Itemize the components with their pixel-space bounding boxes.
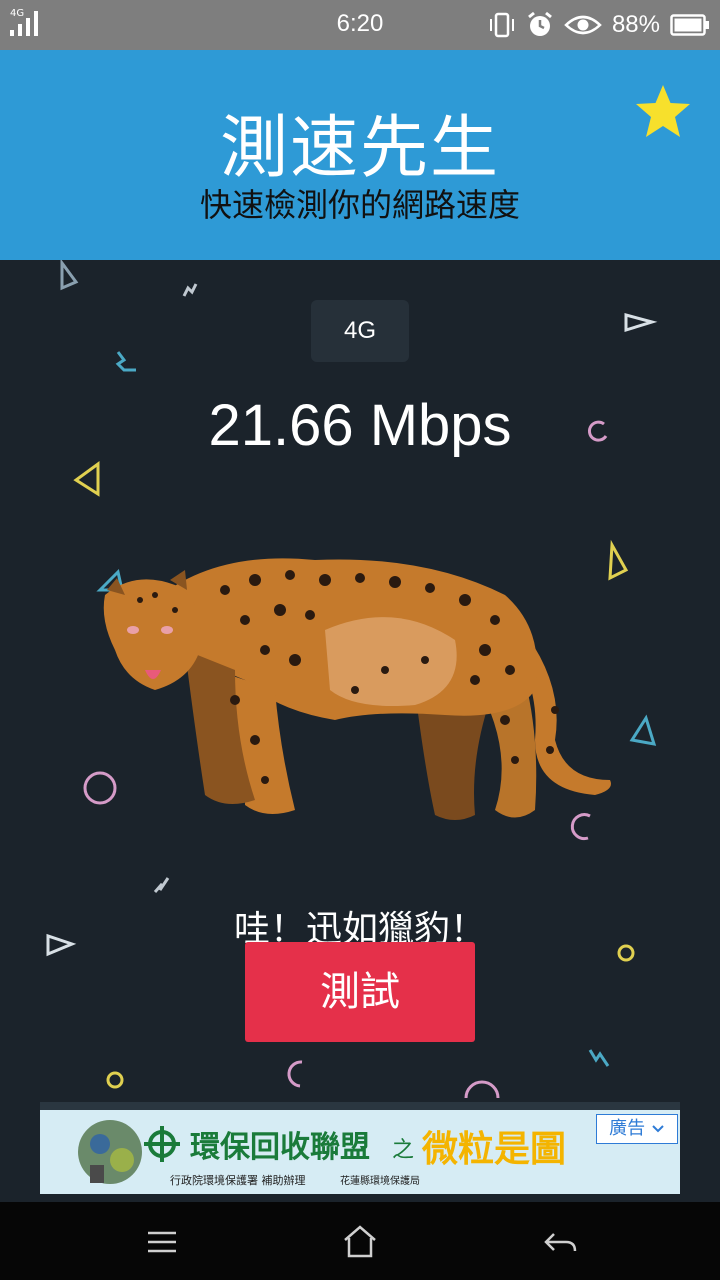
ad-sponsor-2: 花蓮縣環境保護局 bbox=[340, 1176, 420, 1187]
target-logo-icon bbox=[144, 1126, 180, 1162]
speed-panel: 4G 21.66 Mbps 哇！迅如獵豹！ 測試 bbox=[0, 260, 720, 1200]
ad-label-text: 廣告 bbox=[609, 1118, 646, 1139]
alarm-icon bbox=[528, 11, 552, 36]
app-header: 測速先生 快速檢測你的網路速度 bbox=[0, 50, 720, 260]
ad-sponsor: 行政院環境保護署 補助辦理 bbox=[170, 1174, 306, 1187]
test-button[interactable]: 測試 bbox=[245, 942, 475, 1042]
home-icon[interactable] bbox=[340, 1222, 380, 1262]
ad-label[interactable]: 廣告 bbox=[596, 1114, 678, 1144]
vibrate-icon bbox=[489, 12, 514, 38]
app-subtitle: 快速檢測你的網路速度 bbox=[199, 186, 520, 224]
battery-percent: 88% bbox=[611, 11, 660, 38]
back-icon[interactable] bbox=[540, 1222, 580, 1262]
eye-icon bbox=[564, 15, 602, 35]
star-icon[interactable] bbox=[634, 82, 692, 140]
ad-banner[interactable]: 環保回收聯盟 之 微粒是圖 行政院環境保護署 補助辦理 花蓮縣環境保護局 廣告 bbox=[40, 1102, 680, 1194]
navigation-bar bbox=[0, 1202, 720, 1280]
status-icons: 88% bbox=[488, 9, 710, 41]
battery-icon bbox=[670, 14, 709, 36]
app-title: 測速先生 bbox=[219, 109, 500, 188]
ad-title: 環保回收聯盟 bbox=[190, 1130, 370, 1165]
ad-connector: 之 bbox=[392, 1138, 415, 1163]
status-bar: 4G 6:20 88% bbox=[0, 0, 720, 50]
menu-icon[interactable] bbox=[142, 1222, 182, 1262]
leopard-illustration bbox=[103, 558, 611, 820]
ad-highlight: 微粒是圖 bbox=[422, 1129, 567, 1170]
network-type-badge: 4G bbox=[311, 300, 409, 362]
speed-value: 21.66 Mbps bbox=[208, 393, 512, 458]
chevron-down-icon bbox=[652, 1125, 664, 1133]
